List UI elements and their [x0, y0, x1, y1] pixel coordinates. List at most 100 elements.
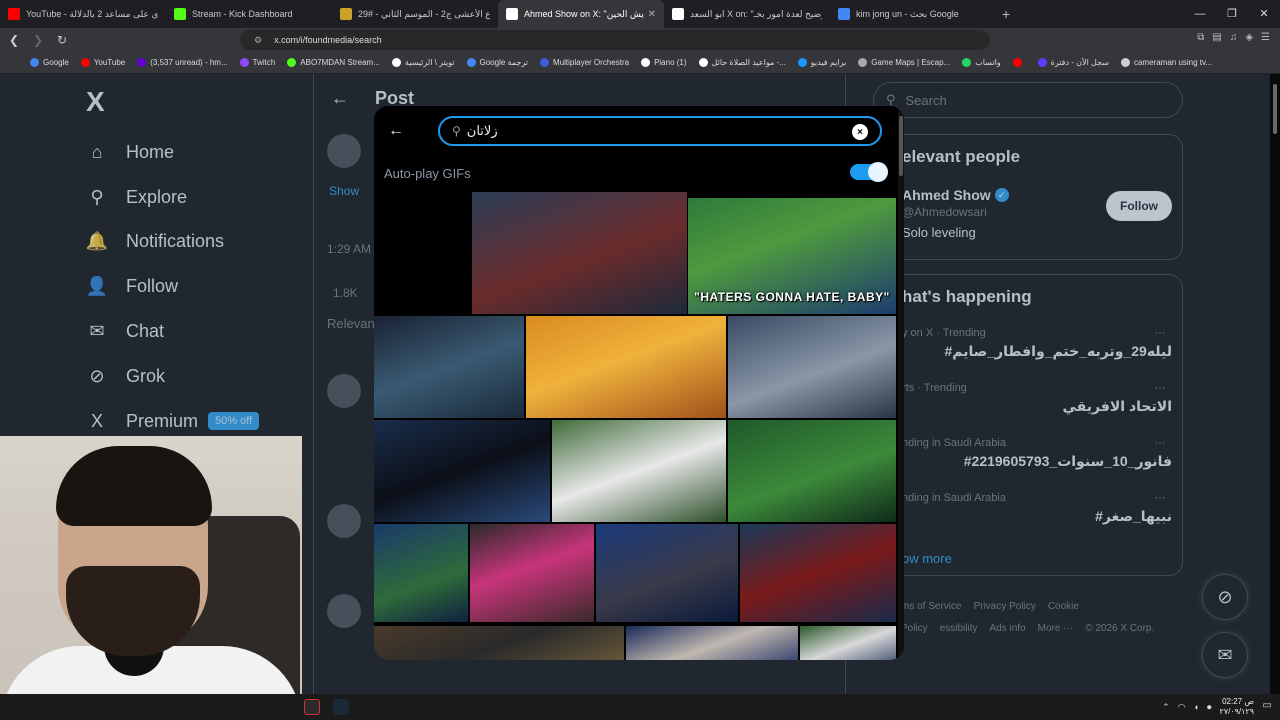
- bookmark-item[interactable]: [1012, 58, 1026, 67]
- bookmark-label: (3,537 unread) - hm...: [150, 58, 228, 67]
- wifi-icon[interactable]: ◠: [1178, 702, 1186, 713]
- bookmark-label: برايم فيديو: [810, 58, 847, 67]
- scrollbar-thumb[interactable]: [1273, 84, 1277, 134]
- gif-result[interactable]: [552, 420, 726, 522]
- toggle-knob: [868, 162, 888, 182]
- steam-taskbar-icon[interactable]: [333, 699, 349, 715]
- gif-result[interactable]: [472, 192, 687, 314]
- bookmark-favicon-icon: [797, 58, 807, 67]
- taskbar: ⌃ ◠ ◖ ⏺ 02:27 ص ٢٧/٠٩/١٢٩ ▭: [0, 694, 1280, 720]
- tab-title: YouTube - ردي على مساعد 2 بالدلالة: [26, 8, 158, 19]
- gif-result[interactable]: "HATERS GONNA HATE, BABY": [688, 198, 896, 314]
- browser-tab[interactable]: YouTube - ردي على مساعد 2 بالدلالة: [0, 0, 166, 28]
- reload-icon[interactable]: ↻: [52, 33, 72, 47]
- modal-back-icon[interactable]: ←: [388, 122, 404, 140]
- back-nav-icon[interactable]: ❮: [4, 33, 24, 47]
- gif-result[interactable]: [728, 420, 896, 522]
- bookmark-item[interactable]: Multiplayer Orchestra: [540, 58, 629, 67]
- music-icon[interactable]: ♫: [1230, 32, 1238, 43]
- hair-shape: [56, 446, 212, 526]
- tab-favicon-icon: [174, 8, 186, 20]
- modal-scrollbar[interactable]: [898, 106, 904, 660]
- bookmark-favicon-icon: [137, 58, 147, 67]
- scrollbar-thumb[interactable]: [899, 116, 903, 176]
- bookmark-label: Google: [43, 58, 69, 67]
- tab-title: Stream - Kick Dashboard: [192, 9, 293, 19]
- url-text: x.com/i/foundmedia/search: [274, 35, 382, 45]
- gif-result[interactable]: [800, 626, 896, 660]
- bookmark-label: Piano (1): [654, 58, 687, 67]
- gif-result[interactable]: [374, 524, 468, 622]
- bookmark-item[interactable]: Twitch: [239, 58, 275, 67]
- browser-tab[interactable]: شارع الأعشى ج2 - الموسم الثاني - #29: [332, 0, 498, 28]
- notification-icon[interactable]: ▭: [1263, 700, 1272, 711]
- clock[interactable]: 02:27 ص ٢٧/٠٩/١٢٩: [1219, 697, 1254, 717]
- browser-toolbar-icons: ⧉ ▤ ♫ ◈ ☰: [1197, 32, 1270, 43]
- browser-tab-bar: YouTube - ردي على مساعد 2 بالدلالة Stream…: [0, 0, 1280, 28]
- forward-nav-icon[interactable]: ❯: [28, 33, 48, 47]
- close-window-button[interactable]: ✕: [1248, 0, 1280, 28]
- gif-result[interactable]: [626, 626, 798, 660]
- bookmark-label: Google ترجمة: [479, 58, 529, 67]
- bookmark-item[interactable]: برايم فيديو: [797, 58, 847, 67]
- tab-favicon-icon: [8, 8, 20, 20]
- bookmark-item[interactable]: Google: [30, 58, 69, 67]
- bookmark-item[interactable]: واتساب: [962, 58, 1001, 67]
- bookmark-label: Game Maps | Escap...: [871, 58, 951, 67]
- autoplay-toggle[interactable]: [850, 162, 888, 182]
- maximize-button[interactable]: ❐: [1216, 0, 1248, 28]
- browser-tab[interactable]: Stream - Kick Dashboard: [166, 0, 332, 28]
- sidebar-icon[interactable]: ▤: [1212, 32, 1221, 43]
- bookmark-item[interactable]: (3,537 unread) - hm...: [137, 58, 228, 67]
- gif-result[interactable]: [374, 316, 524, 418]
- volume-icon[interactable]: ◖: [1194, 702, 1199, 712]
- tab-favicon-icon: [838, 8, 850, 20]
- bookmark-item[interactable]: مواعيد الصلاة حائل -...: [698, 58, 786, 67]
- browser-tab[interactable]: Ahmed Show on X: "يش الحين ✕: [498, 0, 664, 28]
- gif-result[interactable]: [526, 316, 726, 418]
- menu-icon[interactable]: ☰: [1261, 32, 1270, 43]
- bookmark-item[interactable]: Game Maps | Escap...: [858, 58, 950, 67]
- gif-result[interactable]: [596, 524, 738, 622]
- minimize-button[interactable]: —: [1184, 0, 1216, 28]
- bookmark-favicon-icon: [858, 58, 868, 67]
- gif-search-input[interactable]: ⚲ زلاتان ×: [438, 116, 882, 146]
- tab-title: ابو السعد X on: "توضيح لعدة امور بخـ: [690, 8, 822, 19]
- bookmark-item[interactable]: تويتر \ الرئيسية: [391, 58, 455, 67]
- bookmark-favicon-icon: [1120, 58, 1130, 67]
- bookmark-favicon-icon: [1012, 58, 1022, 67]
- gif-query: زلاتان: [466, 123, 498, 138]
- site-info-icon[interactable]: ⚙: [254, 35, 262, 46]
- gif-result[interactable]: [374, 192, 471, 314]
- browser-tab[interactable]: kim jong un - بحث Google: [830, 0, 996, 28]
- bookmark-item[interactable]: سجل الآن - دفترة: [1037, 58, 1109, 67]
- tab-close-icon[interactable]: ✕: [648, 9, 656, 20]
- gif-result[interactable]: [470, 524, 594, 622]
- bookmark-item[interactable]: YouTube: [80, 58, 126, 67]
- bookmark-favicon-icon: [641, 58, 651, 67]
- mic-icon[interactable]: ⏺: [1207, 702, 1212, 713]
- bookmark-item[interactable]: Google ترجمة: [466, 58, 529, 67]
- url-field[interactable]: ⚙ x.com/i/foundmedia/search: [240, 30, 990, 50]
- tray-chevron-icon[interactable]: ⌃: [1162, 702, 1170, 713]
- bookmark-item[interactable]: cameraman using tv...: [1120, 58, 1212, 67]
- clear-search-icon[interactable]: ×: [852, 124, 868, 140]
- browser-tab[interactable]: ابو السعد X on: "توضيح لعدة امور بخـ: [664, 0, 830, 28]
- bookmark-favicon-icon: [391, 58, 401, 67]
- page-scrollbar[interactable]: [1270, 74, 1280, 694]
- gif-result[interactable]: [374, 420, 550, 522]
- window-controls: — ❐ ✕: [1184, 0, 1280, 28]
- gif-result[interactable]: [728, 316, 896, 418]
- bookmark-favicon-icon: [466, 58, 476, 67]
- obs-taskbar-icon[interactable]: [304, 699, 320, 715]
- bookmark-favicon-icon: [540, 58, 550, 67]
- bookmark-label: YouTube: [93, 58, 126, 67]
- new-tab-button[interactable]: +: [1002, 6, 1010, 22]
- bookmark-item[interactable]: Piano (1): [641, 58, 687, 67]
- tab-favicon-icon: [340, 8, 352, 20]
- wallet-icon[interactable]: ◈: [1245, 32, 1253, 43]
- extensions-icon[interactable]: ⧉: [1197, 32, 1204, 43]
- gif-result[interactable]: [740, 524, 896, 622]
- bookmark-item[interactable]: ABO7MDAN Stream...: [287, 58, 380, 67]
- gif-result[interactable]: [374, 626, 624, 660]
